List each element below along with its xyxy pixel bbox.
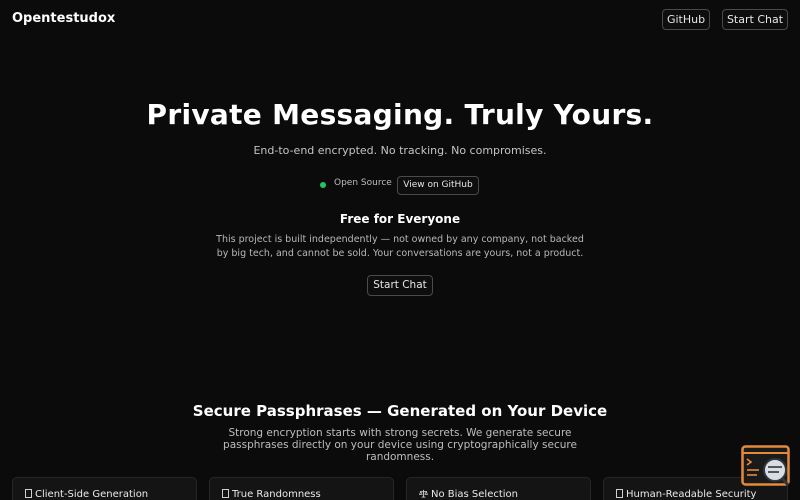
security-section-description: Strong encryption starts with strong sec… [223, 427, 577, 463]
feature-card-title: No Bias Selection [431, 489, 519, 500]
chat-search-icon[interactable] [741, 445, 790, 489]
feature-card-title: True Randomness [232, 489, 321, 500]
feature-card-title: Client-Side Generation [35, 489, 149, 500]
top-header: Opentestudox GitHub Start Chat [0, 0, 800, 40]
status-label: Open Source [334, 178, 392, 188]
hero-subtitle: End-to-end encrypted. No tracking. No co… [253, 144, 547, 157]
feature-card-no-bias: No Bias Selection [406, 477, 591, 500]
start-chat-button[interactable]: Start Chat [367, 275, 433, 296]
header-github-button[interactable]: GitHub [662, 9, 710, 30]
hero-title: Private Messaging. Truly Yours. [146, 98, 654, 131]
feature-card-title: Human-Readable Security [626, 489, 757, 500]
scales-icon [418, 489, 429, 498]
view-on-github-button[interactable]: View on GitHub [397, 176, 479, 195]
free-section-title: Free for Everyone [339, 212, 461, 226]
missing-glyph-icon [222, 489, 229, 498]
header-start-chat-button[interactable]: Start Chat [722, 9, 788, 30]
free-section-description: This project is built independently — no… [216, 234, 584, 259]
missing-glyph-icon [25, 489, 32, 498]
feature-card-randomness: True Randomness [209, 477, 394, 500]
status-dot-icon [320, 182, 326, 188]
brand-logo[interactable]: Opentestudox [12, 11, 115, 26]
security-section-title: Secure Passphrases — Generated on Your D… [192, 402, 608, 420]
feature-card-client-side: Client-Side Generation [12, 477, 197, 500]
missing-glyph-icon [616, 489, 623, 498]
